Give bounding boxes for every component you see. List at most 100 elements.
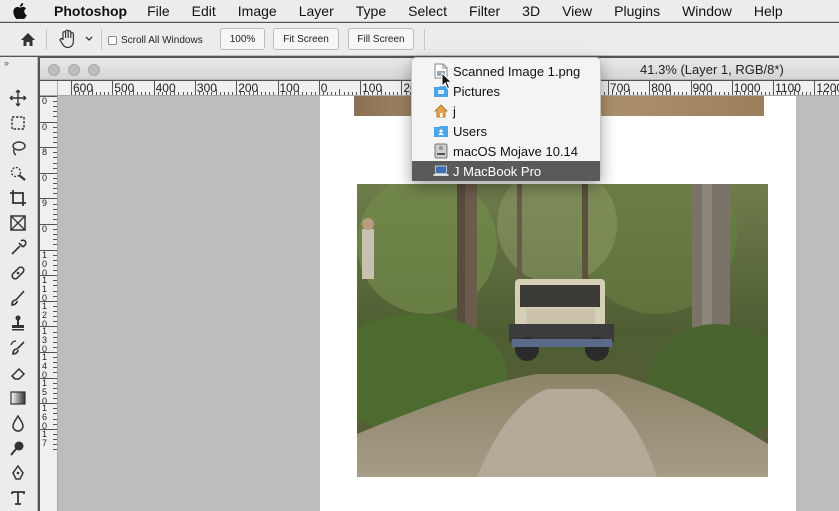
ruler-tick bbox=[740, 92, 742, 95]
ruler-tick bbox=[211, 92, 213, 95]
home-icon[interactable] bbox=[18, 30, 38, 50]
brush-tool-icon[interactable] bbox=[8, 289, 28, 307]
eraser-tool-icon[interactable] bbox=[8, 364, 28, 382]
options-divider bbox=[46, 29, 47, 50]
ruler-tick bbox=[40, 249, 57, 251]
path-item-users[interactable]: Users bbox=[412, 121, 600, 141]
ruler-tick bbox=[707, 92, 709, 95]
ruler-tick bbox=[112, 81, 114, 95]
menu-type[interactable]: Type bbox=[356, 3, 386, 19]
move-tool-icon[interactable] bbox=[8, 89, 28, 107]
ruler-tick bbox=[760, 92, 762, 95]
ruler-tick bbox=[170, 92, 172, 95]
menu-help[interactable]: Help bbox=[754, 3, 783, 19]
frame-tool-icon[interactable] bbox=[8, 214, 28, 232]
ruler-tick bbox=[306, 92, 308, 95]
blur-tool-icon[interactable] bbox=[8, 414, 28, 432]
path-item-home[interactable]: j bbox=[412, 101, 600, 121]
menu-file[interactable]: File bbox=[147, 3, 170, 19]
path-item-label: j bbox=[453, 103, 456, 119]
checkbox-box[interactable] bbox=[108, 36, 117, 45]
fill-screen-button[interactable]: Fill Screen bbox=[348, 28, 414, 50]
options-divider bbox=[101, 29, 102, 50]
crop-tool-icon[interactable] bbox=[8, 189, 28, 207]
scroll-all-windows-checkbox[interactable]: Scroll All Windows bbox=[108, 35, 203, 46]
path-item-macos-drive[interactable]: macOS Mojave 10.14 bbox=[412, 141, 600, 161]
fit-screen-button[interactable]: Fit Screen bbox=[273, 28, 339, 50]
dodge-tool-icon[interactable] bbox=[8, 439, 28, 457]
clone-stamp-tool-icon[interactable] bbox=[8, 314, 28, 332]
ruler-tick bbox=[108, 92, 110, 95]
menu-select[interactable]: Select bbox=[408, 3, 447, 19]
ruler-label: 0 bbox=[42, 121, 48, 132]
ruler-tick bbox=[40, 198, 57, 200]
ruler-tick bbox=[405, 92, 407, 95]
ruler-tick bbox=[53, 136, 57, 138]
type-tool-icon[interactable] bbox=[8, 489, 28, 507]
ruler-tick bbox=[53, 244, 57, 246]
minimize-window-button[interactable] bbox=[68, 64, 80, 76]
ruler-tick bbox=[723, 92, 725, 95]
menu-image[interactable]: Image bbox=[238, 3, 277, 19]
menu-plugins[interactable]: Plugins bbox=[614, 3, 660, 19]
apple-menu-icon[interactable] bbox=[0, 0, 40, 22]
tools-collapse-icon[interactable]: » bbox=[4, 58, 9, 68]
vertical-ruler[interactable]: 00809010011012013014015016017 bbox=[40, 96, 58, 511]
quick-selection-tool-icon[interactable] bbox=[8, 164, 28, 182]
ruler-tick bbox=[727, 92, 729, 95]
ruler-tick bbox=[294, 92, 296, 95]
path-item-macbook-pro[interactable]: J MacBook Pro bbox=[412, 161, 600, 181]
zoom-window-button[interactable] bbox=[88, 64, 100, 76]
ruler-tick bbox=[351, 92, 353, 95]
ruler-tick bbox=[789, 92, 791, 95]
ruler-tick bbox=[91, 89, 93, 95]
scanned-photo-jeep-in-mud bbox=[357, 184, 768, 477]
menu-edit[interactable]: Edit bbox=[192, 3, 216, 19]
zoom-100-button[interactable]: 100% bbox=[220, 28, 265, 50]
ruler-tick bbox=[260, 92, 262, 95]
users-folder-icon bbox=[433, 123, 449, 139]
menu-3d[interactable]: 3D bbox=[522, 3, 540, 19]
ruler-tick bbox=[785, 92, 787, 95]
history-brush-tool-icon[interactable] bbox=[8, 339, 28, 357]
ruler-origin[interactable] bbox=[40, 81, 58, 96]
ruler-tick bbox=[384, 92, 386, 95]
ruler-tick bbox=[53, 449, 57, 451]
ruler-tick bbox=[194, 81, 196, 95]
eyedropper-tool-icon[interactable] bbox=[8, 239, 28, 257]
marquee-tool-icon[interactable] bbox=[8, 114, 28, 132]
ruler-tick bbox=[53, 316, 57, 318]
ruler-tick bbox=[53, 336, 57, 338]
ruler-tick bbox=[53, 254, 57, 256]
ruler-tick bbox=[735, 92, 737, 95]
ruler-tick bbox=[298, 89, 300, 95]
scroll-all-windows-label: Scroll All Windows bbox=[121, 35, 203, 46]
ruler-tick bbox=[215, 89, 217, 95]
ruler-tick bbox=[53, 398, 57, 400]
ruler-tick bbox=[53, 152, 57, 154]
ruler-tick bbox=[636, 92, 638, 95]
ruler-tick bbox=[53, 433, 57, 435]
menu-window[interactable]: Window bbox=[682, 3, 732, 19]
menu-layer[interactable]: Layer bbox=[299, 3, 334, 19]
ruler-tick bbox=[53, 408, 57, 410]
tool-preset-chevron-icon[interactable] bbox=[84, 33, 94, 45]
ruler-tick bbox=[145, 92, 147, 95]
ruler-tick bbox=[702, 92, 704, 95]
lasso-tool-icon[interactable] bbox=[8, 139, 28, 157]
menu-filter[interactable]: Filter bbox=[469, 3, 500, 19]
options-bar: Scroll All Windows 100% Fit Screen Fill … bbox=[0, 23, 839, 56]
gradient-tool-icon[interactable] bbox=[8, 389, 28, 407]
pen-tool-icon[interactable] bbox=[8, 464, 28, 482]
ruler-tick bbox=[40, 96, 57, 97]
ruler-tick bbox=[810, 92, 812, 95]
close-window-button[interactable] bbox=[48, 64, 60, 76]
menu-view[interactable]: View bbox=[562, 3, 592, 19]
ruler-tick bbox=[53, 167, 57, 169]
ruler-tick bbox=[835, 89, 837, 95]
ruler-tick bbox=[87, 92, 89, 95]
hand-tool-icon[interactable] bbox=[56, 28, 80, 50]
healing-brush-tool-icon[interactable] bbox=[8, 264, 28, 282]
app-name-menu[interactable]: Photoshop bbox=[54, 3, 127, 19]
ruler-tick bbox=[830, 92, 832, 95]
